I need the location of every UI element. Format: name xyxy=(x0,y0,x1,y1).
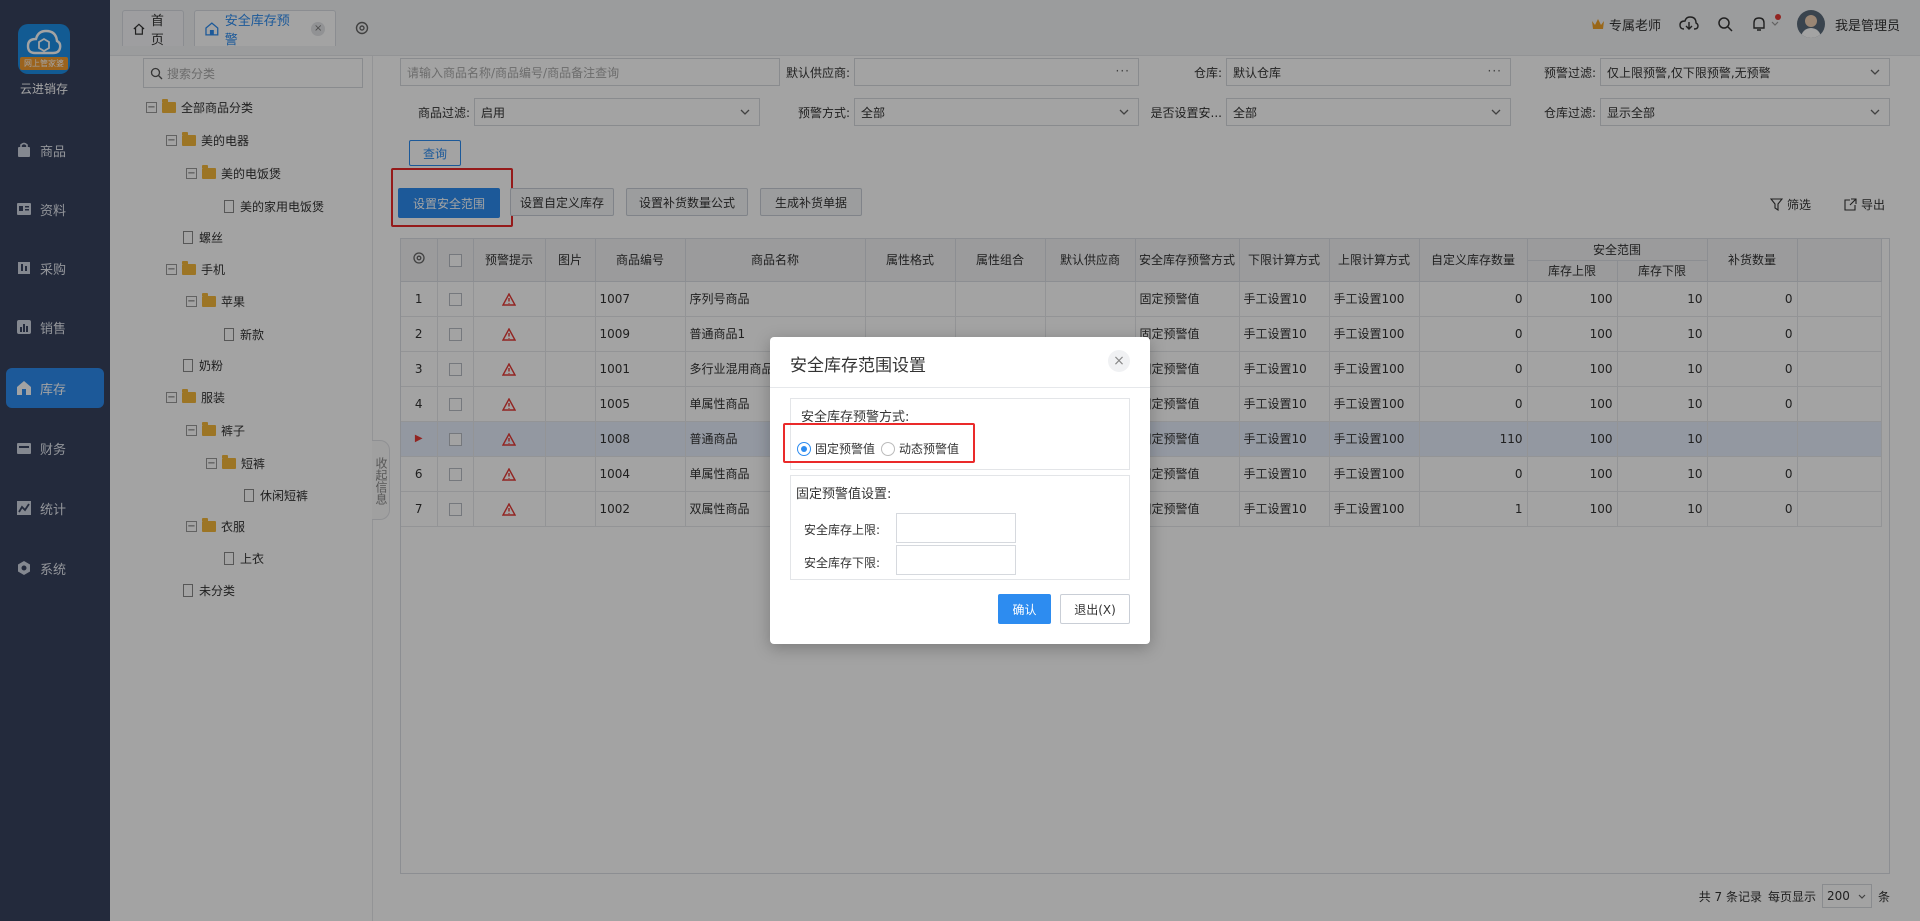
upper-limit-input[interactable] xyxy=(896,513,1016,543)
fixed-value-section: 固定预警值设置: 安全库存上限: 安全库存下限: xyxy=(790,475,1130,580)
highlight-box-alert-mode xyxy=(783,423,975,463)
lower-limit-label: 安全库存下限: xyxy=(804,556,881,570)
confirm-button[interactable]: 确认 xyxy=(998,594,1051,624)
app-root: 网上管家婆 云进销存 商品 资料 采购 销售 库存 财务 统计 系统 首页 安全… xyxy=(0,0,1920,921)
safety-range-dialog: 安全库存范围设置 × 安全库存预警方式: 固定预警值 动态预警值 固定预警值设置… xyxy=(770,337,1150,644)
dialog-divider xyxy=(770,387,1150,388)
lower-limit-input[interactable] xyxy=(896,545,1016,575)
upper-limit-label: 安全库存上限: xyxy=(804,523,881,537)
fixed-value-section-title: 固定预警值设置: xyxy=(796,487,892,502)
exit-button[interactable]: 退出(X) xyxy=(1060,594,1130,624)
dialog-close-icon[interactable]: × xyxy=(1108,350,1130,372)
dialog-title: 安全库存范围设置 xyxy=(790,356,926,376)
